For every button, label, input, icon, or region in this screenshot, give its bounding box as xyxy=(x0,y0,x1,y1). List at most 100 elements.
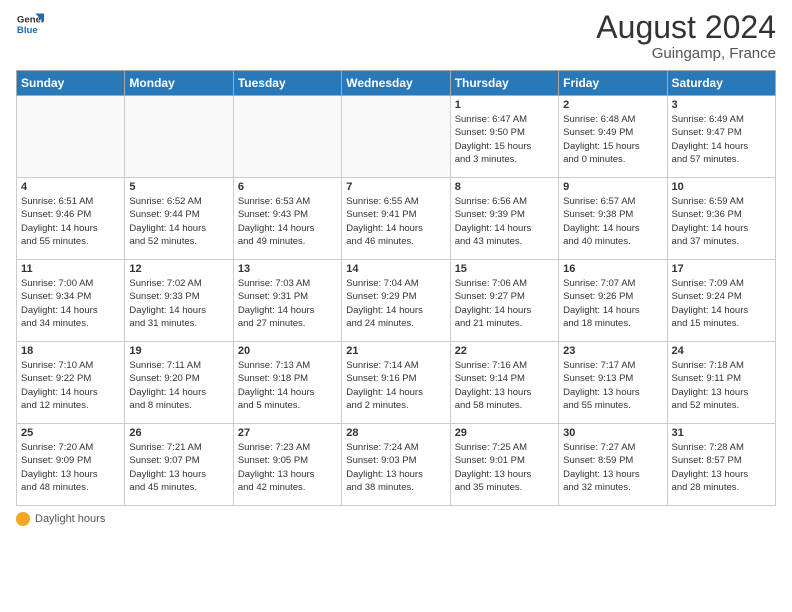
calendar-cell: 7 Sunrise: 6:55 AM Sunset: 9:41 PM Daylig… xyxy=(342,178,450,260)
col-monday: Monday xyxy=(125,71,233,96)
day-info: Sunrise: 7:11 AM Sunset: 9:20 PM Dayligh… xyxy=(129,359,228,412)
day-info: Sunrise: 7:03 AM Sunset: 9:31 PM Dayligh… xyxy=(238,277,337,330)
day-number: 3 xyxy=(672,99,771,111)
day-number: 7 xyxy=(346,181,445,193)
header: General Blue August 2024 Guingamp, Franc… xyxy=(16,10,776,62)
page-container: General Blue August 2024 Guingamp, Franc… xyxy=(0,0,792,536)
footer-daylight: Daylight hours xyxy=(16,512,105,526)
day-number: 14 xyxy=(346,263,445,275)
day-info: Sunrise: 7:09 AM Sunset: 9:24 PM Dayligh… xyxy=(672,277,771,330)
day-number: 27 xyxy=(238,427,337,439)
day-number: 16 xyxy=(563,263,662,275)
calendar-cell: 21 Sunrise: 7:14 AM Sunset: 9:16 PM Dayli… xyxy=(342,342,450,424)
day-info: Sunrise: 6:52 AM Sunset: 9:44 PM Dayligh… xyxy=(129,195,228,248)
day-info: Sunrise: 7:04 AM Sunset: 9:29 PM Dayligh… xyxy=(346,277,445,330)
calendar-cell: 13Sunrise: 7:03 AM Sunset: 9:31 PM Dayli… xyxy=(233,260,341,342)
sun-icon xyxy=(16,512,30,526)
day-info: Sunrise: 7:28 AM Sunset: 8:57 PM Dayligh… xyxy=(672,441,771,494)
calendar-week-1: 1Sunrise: 6:47 AM Sunset: 9:50 PM Daylig… xyxy=(17,96,776,178)
day-number: 17 xyxy=(672,263,771,275)
calendar-cell: 8Sunrise: 6:56 AM Sunset: 9:39 PM Daylig… xyxy=(450,178,558,260)
daylight-label: Daylight hours xyxy=(35,513,105,525)
calendar-cell xyxy=(342,96,450,178)
day-info: Sunrise: 7:00 AM Sunset: 9:34 PM Dayligh… xyxy=(21,277,120,330)
calendar-cell: 29Sunrise: 7:25 AM Sunset: 9:01 PM Dayli… xyxy=(450,424,558,506)
calendar-cell: 19 Sunrise: 7:11 AM Sunset: 9:20 PM Dayli… xyxy=(125,342,233,424)
day-number: 30 xyxy=(563,427,662,439)
calendar-week-3: 11Sunrise: 7:00 AM Sunset: 9:34 PM Dayli… xyxy=(17,260,776,342)
day-info: Sunrise: 7:20 AM Sunset: 9:09 PM Dayligh… xyxy=(21,441,120,494)
day-info: Sunrise: 6:59 AM Sunset: 9:36 PM Dayligh… xyxy=(672,195,771,248)
day-number: 15 xyxy=(455,263,554,275)
month-year: August 2024 xyxy=(596,10,776,45)
day-number: 25 xyxy=(21,427,120,439)
day-number: 8 xyxy=(455,181,554,193)
day-number: 18 xyxy=(21,345,120,357)
day-info: Sunrise: 7:17 AM Sunset: 9:13 PM Dayligh… xyxy=(563,359,662,412)
day-info: Sunrise: 7:27 AM Sunset: 8:59 PM Dayligh… xyxy=(563,441,662,494)
day-info: Sunrise: 7:16 AM Sunset: 9:14 PM Dayligh… xyxy=(455,359,554,412)
day-info: Sunrise: 6:51 AM Sunset: 9:46 PM Dayligh… xyxy=(21,195,120,248)
col-saturday: Saturday xyxy=(667,71,775,96)
day-number: 23 xyxy=(563,345,662,357)
day-number: 9 xyxy=(563,181,662,193)
day-info: Sunrise: 7:14 AM Sunset: 9:16 PM Dayligh… xyxy=(346,359,445,412)
calendar-cell: 9 Sunrise: 6:57 AM Sunset: 9:38 PM Daylig… xyxy=(559,178,667,260)
day-info: Sunrise: 7:07 AM Sunset: 9:26 PM Dayligh… xyxy=(563,277,662,330)
location: Guingamp, France xyxy=(596,45,776,62)
header-row: Sunday Monday Tuesday Wednesday Thursday… xyxy=(17,71,776,96)
calendar-cell: 14 Sunrise: 7:04 AM Sunset: 9:29 PM Dayli… xyxy=(342,260,450,342)
logo: General Blue xyxy=(16,10,44,38)
calendar-cell: 30 Sunrise: 7:27 AM Sunset: 8:59 PM Dayli… xyxy=(559,424,667,506)
col-friday: Friday xyxy=(559,71,667,96)
calendar-cell: 10Sunrise: 6:59 AM Sunset: 9:36 PM Dayli… xyxy=(667,178,775,260)
day-info: Sunrise: 7:25 AM Sunset: 9:01 PM Dayligh… xyxy=(455,441,554,494)
calendar-cell: 2Sunrise: 6:48 AM Sunset: 9:49 PM Daylig… xyxy=(559,96,667,178)
svg-text:Blue: Blue xyxy=(17,25,38,36)
calendar-cell: 26Sunrise: 7:21 AM Sunset: 9:07 PM Dayli… xyxy=(125,424,233,506)
footer: Daylight hours xyxy=(16,512,776,526)
calendar-week-5: 25 Sunrise: 7:20 AM Sunset: 9:09 PM Dayli… xyxy=(17,424,776,506)
calendar-cell: 23 Sunrise: 7:17 AM Sunset: 9:13 PM Dayli… xyxy=(559,342,667,424)
col-thursday: Thursday xyxy=(450,71,558,96)
calendar-cell: 11Sunrise: 7:00 AM Sunset: 9:34 PM Dayli… xyxy=(17,260,125,342)
day-info: Sunrise: 6:49 AM Sunset: 9:47 PM Dayligh… xyxy=(672,113,771,166)
day-info: Sunrise: 6:53 AM Sunset: 9:43 PM Dayligh… xyxy=(238,195,337,248)
calendar-cell: 28 Sunrise: 7:24 AM Sunset: 9:03 PM Dayli… xyxy=(342,424,450,506)
calendar-cell: 3 Sunrise: 6:49 AM Sunset: 9:47 PM Daylig… xyxy=(667,96,775,178)
day-info: Sunrise: 6:57 AM Sunset: 9:38 PM Dayligh… xyxy=(563,195,662,248)
day-number: 19 xyxy=(129,345,228,357)
day-info: Sunrise: 7:13 AM Sunset: 9:18 PM Dayligh… xyxy=(238,359,337,412)
day-number: 21 xyxy=(346,345,445,357)
calendar-cell: 24 Sunrise: 7:18 AM Sunset: 9:11 PM Dayli… xyxy=(667,342,775,424)
day-info: Sunrise: 7:10 AM Sunset: 9:22 PM Dayligh… xyxy=(21,359,120,412)
col-wednesday: Wednesday xyxy=(342,71,450,96)
calendar-cell: 17 Sunrise: 7:09 AM Sunset: 9:24 PM Dayli… xyxy=(667,260,775,342)
calendar-cell: 12Sunrise: 7:02 AM Sunset: 9:33 PM Dayli… xyxy=(125,260,233,342)
day-info: Sunrise: 7:24 AM Sunset: 9:03 PM Dayligh… xyxy=(346,441,445,494)
calendar-cell: 22 Sunrise: 7:16 AM Sunset: 9:14 PM Dayli… xyxy=(450,342,558,424)
calendar-cell: 18 Sunrise: 7:10 AM Sunset: 9:22 PM Dayli… xyxy=(17,342,125,424)
day-number: 28 xyxy=(346,427,445,439)
day-number: 6 xyxy=(238,181,337,193)
day-number: 22 xyxy=(455,345,554,357)
calendar-cell: 5Sunrise: 6:52 AM Sunset: 9:44 PM Daylig… xyxy=(125,178,233,260)
calendar-cell xyxy=(233,96,341,178)
calendar-cell xyxy=(125,96,233,178)
calendar-cell: 1Sunrise: 6:47 AM Sunset: 9:50 PM Daylig… xyxy=(450,96,558,178)
day-number: 24 xyxy=(672,345,771,357)
day-info: Sunrise: 7:21 AM Sunset: 9:07 PM Dayligh… xyxy=(129,441,228,494)
day-info: Sunrise: 7:18 AM Sunset: 9:11 PM Dayligh… xyxy=(672,359,771,412)
calendar-table: Sunday Monday Tuesday Wednesday Thursday… xyxy=(16,70,776,506)
calendar-cell: 25 Sunrise: 7:20 AM Sunset: 9:09 PM Dayli… xyxy=(17,424,125,506)
calendar-cell xyxy=(17,96,125,178)
calendar-cell: 6 Sunrise: 6:53 AM Sunset: 9:43 PM Daylig… xyxy=(233,178,341,260)
col-sunday: Sunday xyxy=(17,71,125,96)
day-info: Sunrise: 7:23 AM Sunset: 9:05 PM Dayligh… xyxy=(238,441,337,494)
day-number: 31 xyxy=(672,427,771,439)
calendar-cell: 27 Sunrise: 7:23 AM Sunset: 9:05 PM Dayli… xyxy=(233,424,341,506)
calendar-cell: 15Sunrise: 7:06 AM Sunset: 9:27 PM Dayli… xyxy=(450,260,558,342)
calendar-body: 1Sunrise: 6:47 AM Sunset: 9:50 PM Daylig… xyxy=(17,96,776,506)
col-tuesday: Tuesday xyxy=(233,71,341,96)
day-info: Sunrise: 6:55 AM Sunset: 9:41 PM Dayligh… xyxy=(346,195,445,248)
